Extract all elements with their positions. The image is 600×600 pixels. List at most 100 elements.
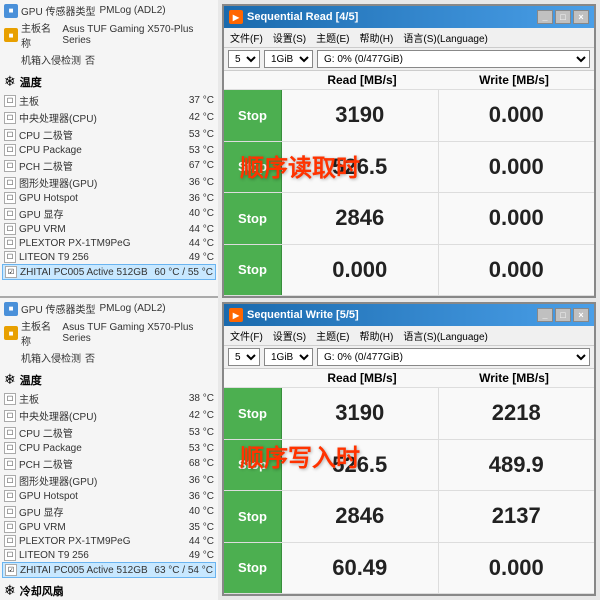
stop-button[interactable]: Stop — [224, 90, 282, 141]
menu-help-top[interactable]: 帮助(H) — [357, 29, 395, 46]
stop-button[interactable]: Stop — [224, 440, 282, 491]
bench-data-row: Stop28462137 — [224, 491, 594, 543]
write-value: 0.000 — [439, 543, 595, 594]
size-select-top[interactable]: 1GiB — [264, 50, 313, 68]
menu-lang-bot[interactable]: 语言(S)(Language) — [401, 327, 489, 344]
menu-settings-bot[interactable]: 设置(S) — [271, 327, 308, 344]
count-select-top[interactable]: 5 — [228, 50, 260, 68]
temp-label: CPU Package — [19, 145, 154, 156]
temp-checkbox: ☑ — [5, 564, 17, 576]
temp-value: 40 °C — [154, 208, 214, 219]
disk-select-top[interactable]: G: 0% (0/477GiB) — [317, 50, 590, 68]
menu-top: 文件(F) 设置(S) 主题(E) 帮助(H) 语言(S)(Language) — [224, 28, 594, 48]
temp-label: CPU Package — [19, 443, 154, 454]
write-value: 2137 — [439, 491, 595, 542]
temp-checkbox: ☐ — [4, 95, 16, 107]
menu-help-bot[interactable]: 帮助(H) — [357, 327, 395, 344]
window-controls-bot[interactable]: _ □ × — [537, 308, 589, 322]
temp-value: 67 °C — [154, 160, 214, 171]
bench-icon-top: ▶ — [229, 10, 243, 24]
bench-data-row: Stop28460.000 — [224, 193, 594, 245]
temp-row: ☐GPU Hotspot36 °C — [2, 191, 216, 205]
restore-bot[interactable]: □ — [555, 308, 571, 322]
write-value: 489.9 — [439, 440, 595, 491]
temp-label: PCH 二极管 — [19, 456, 154, 471]
disk-select-bot[interactable]: G: 0% (0/477GiB) — [317, 348, 590, 366]
close-bot[interactable]: × — [573, 308, 589, 322]
temp-label: GPU VRM — [19, 522, 154, 533]
stop-button[interactable]: Stop — [224, 543, 282, 594]
fan-label: 冷却风扇 — [20, 583, 64, 599]
temp-checkbox: ☐ — [4, 442, 16, 454]
temp-value: 44 °C — [154, 224, 214, 235]
temp-checkbox: ☐ — [4, 549, 16, 561]
col-read-bot: Read [MB/s] — [286, 371, 438, 385]
intrusion-label-bot: 机箱入侵检测 — [21, 350, 81, 365]
gpu-sensor-row: ■ GPU 传感器类型 PMLog (ADL2) — [2, 2, 216, 19]
menu-settings-top[interactable]: 设置(S) — [271, 29, 308, 46]
menu-file-bot[interactable]: 文件(F) — [228, 327, 265, 344]
temp-value: 35 °C — [154, 522, 214, 533]
temp-label: CPU 二极管 — [19, 127, 154, 142]
bench-data-row: Stop31902218 — [224, 388, 594, 440]
temp-label: 图形处理器(GPU) — [19, 473, 154, 488]
temp-row: ☐中央处理器(CPU)42 °C — [2, 109, 216, 126]
intrusion-value-bot: 否 — [85, 350, 95, 365]
temp-row: ☑ZHITAI PC005 Active 512GB63 °C / 54 °C — [2, 562, 216, 578]
temp-label: GPU 显存 — [19, 504, 154, 519]
temp-header-top: ❄ 温度 — [2, 71, 216, 92]
temp-value: 44 °C — [154, 238, 214, 249]
menu-theme-bot[interactable]: 主题(E) — [314, 327, 351, 344]
board-label-bot: 主板名称 — [21, 318, 58, 348]
stop-button[interactable]: Stop — [224, 388, 282, 439]
menu-file-top[interactable]: 文件(F) — [228, 29, 265, 46]
temp-row: ☐GPU 显存40 °C — [2, 205, 216, 222]
temp-checkbox: ☐ — [4, 393, 16, 405]
temp-value: 36 °C — [154, 475, 214, 486]
bench-data-row: Stop526.50.000 — [224, 142, 594, 194]
minimize-top[interactable]: _ — [537, 10, 553, 24]
temp-row: ☐PLEXTOR PX-1TM9PeG44 °C — [2, 236, 216, 250]
read-value: 2846 — [282, 491, 439, 542]
stop-button[interactable]: Stop — [224, 193, 282, 244]
temp-checkbox: ☐ — [4, 506, 16, 518]
temp-row: ☐CPU Package53 °C — [2, 441, 216, 455]
stop-button[interactable]: Stop — [224, 142, 282, 193]
intrusion-value-top: 否 — [85, 52, 95, 67]
stop-button[interactable]: Stop — [224, 491, 282, 542]
temp-checkbox: ☑ — [5, 266, 17, 278]
size-select-bot[interactable]: 1GiB — [264, 348, 313, 366]
temp-row: ☐CPU 二极管53 °C — [2, 424, 216, 441]
temp-checkbox: ☐ — [4, 475, 16, 487]
read-value: 0.000 — [282, 245, 439, 296]
menu-theme-top[interactable]: 主题(E) — [314, 29, 351, 46]
bench-rows-top: Stop31900.000Stop526.50.000Stop28460.000… — [224, 90, 594, 296]
read-value: 3190 — [282, 90, 439, 141]
temp-checkbox: ☐ — [4, 521, 16, 533]
board-value-top: Asus TUF Gaming X570-Plus Series — [62, 24, 214, 46]
restore-top[interactable]: □ — [555, 10, 571, 24]
temp-row: ☐CPU Package53 °C — [2, 143, 216, 157]
count-select-bot[interactable]: 5 — [228, 348, 260, 366]
temp-value: 36 °C — [154, 491, 214, 502]
close-top[interactable]: × — [573, 10, 589, 24]
temp-checkbox: ☐ — [4, 144, 16, 156]
intrusion-row-bot: 机箱入侵检测 否 — [2, 349, 216, 366]
menu-lang-top[interactable]: 语言(S)(Language) — [401, 29, 489, 46]
temp-value: 53 °C — [154, 427, 214, 438]
bench-data-row: Stop31900.000 — [224, 90, 594, 142]
temp-row: ☐LITEON T9 25649 °C — [2, 548, 216, 562]
temp-checkbox: ☐ — [4, 535, 16, 547]
temp-label: LITEON T9 256 — [19, 252, 154, 263]
temp-label: 中央处理器(CPU) — [19, 110, 154, 125]
stop-button[interactable]: Stop — [224, 245, 282, 296]
minimize-bot[interactable]: _ — [537, 308, 553, 322]
temp-row: ☐CPU 二极管53 °C — [2, 126, 216, 143]
read-value: 3190 — [282, 388, 439, 439]
temp-label: PLEXTOR PX-1TM9PeG — [19, 536, 154, 547]
window-controls-top[interactable]: _ □ × — [537, 10, 589, 24]
board-row-top: ■ 主板名称 Asus TUF Gaming X570-Plus Series — [2, 19, 216, 51]
temp-label: GPU VRM — [19, 224, 154, 235]
temp-label: ZHITAI PC005 Active 512GB — [20, 565, 153, 576]
temp-label: GPU Hotspot — [19, 193, 154, 204]
